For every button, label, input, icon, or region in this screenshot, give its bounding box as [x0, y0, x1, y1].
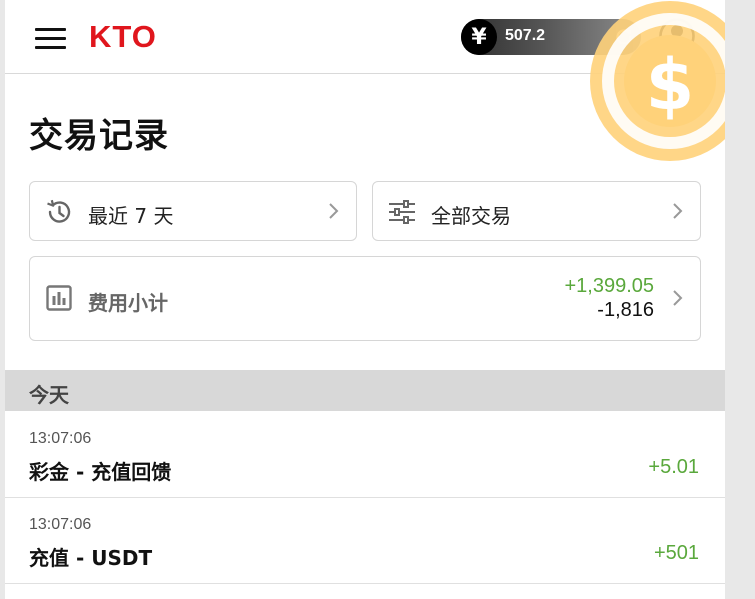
history-icon: [47, 199, 71, 223]
summary-expense-value: -1,816: [597, 299, 654, 321]
date-range-filter-button[interactable]: 最近 7 天: [29, 181, 357, 241]
kto-logo[interactable]: KTO: [89, 21, 185, 51]
section-date-label: 今天: [29, 383, 69, 407]
transaction-time: 13:07:06: [29, 516, 92, 533]
refresh-icon[interactable]: [613, 26, 635, 48]
summary-income-value: +1,399.05: [564, 275, 654, 297]
hamburger-menu-icon[interactable]: [35, 26, 67, 50]
date-section-header: 今天: [5, 370, 725, 411]
chevron-right-icon: [329, 203, 339, 219]
chevron-right-icon: [673, 203, 683, 219]
yen-currency-icon: ¥: [461, 19, 497, 55]
chevron-right-icon: [673, 290, 683, 306]
transaction-title: 彩金 - 充值回馈: [29, 460, 172, 484]
logo-text: KTO: [89, 21, 157, 51]
fee-summary-label: 费用小计: [88, 291, 168, 315]
app-container: KTO ¥ 507.2 $ 交易记录 最近 7 天 全部交易 费用小计 +1,3…: [5, 0, 725, 599]
balance-pill[interactable]: ¥ 507.2: [461, 19, 641, 55]
top-header: KTO ¥ 507.2: [5, 0, 725, 74]
transaction-type-filter-button[interactable]: 全部交易: [372, 181, 701, 241]
transaction-amount: +5.01: [648, 456, 699, 478]
fee-summary-card[interactable]: 费用小计 +1,399.05 -1,816: [29, 256, 701, 341]
transaction-type-label: 全部交易: [431, 204, 511, 228]
date-range-label: 最近 7 天: [88, 204, 174, 228]
sliders-icon: [389, 200, 415, 224]
balance-amount: 507.2: [505, 27, 546, 44]
transaction-row[interactable]: 13:07:06 充值 - USDT +501: [5, 498, 725, 584]
transaction-title: 充值 - USDT: [29, 546, 153, 570]
transaction-amount: +501: [653, 542, 699, 564]
transaction-time: 13:07:06: [29, 430, 92, 447]
bar-chart-icon: [46, 285, 72, 311]
user-avatar-icon[interactable]: [659, 18, 695, 54]
page-title: 交易记录: [29, 116, 169, 156]
transaction-row[interactable]: 13:07:06 彩金 - 充值回馈 +5.01: [5, 412, 725, 498]
